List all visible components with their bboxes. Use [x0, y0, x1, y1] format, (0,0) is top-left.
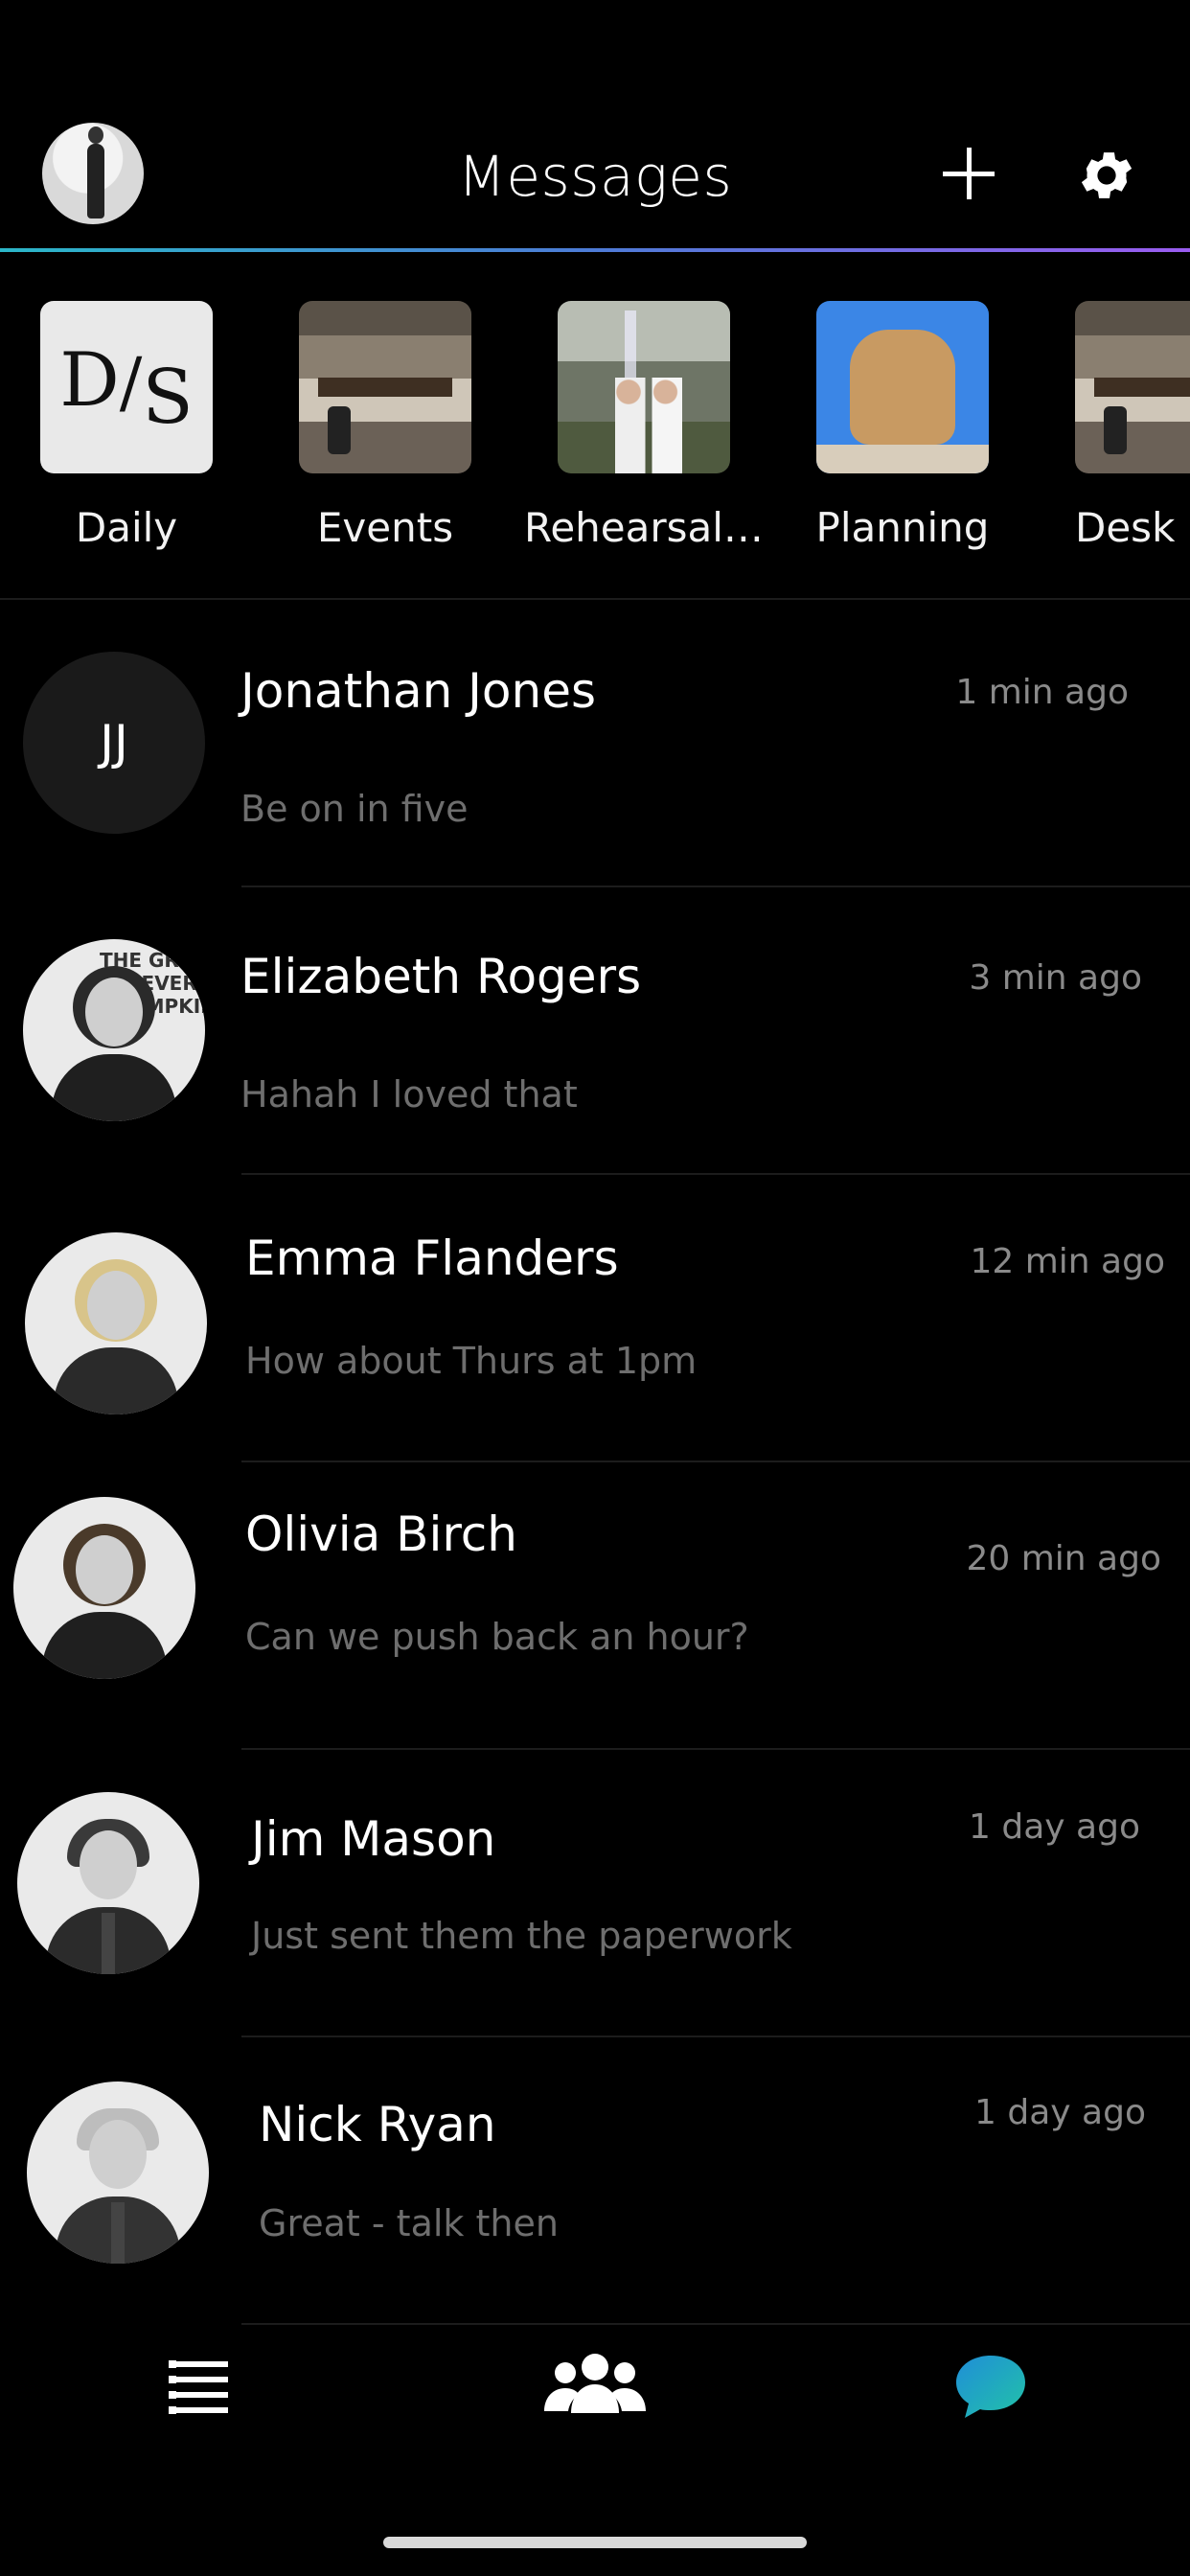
message-preview: Just sent them the paperwork	[251, 1915, 792, 1957]
avatar: JJ	[23, 652, 205, 834]
avatar	[17, 1792, 199, 1974]
story-label: Desk	[1075, 504, 1176, 551]
avatar	[25, 1232, 207, 1414]
stories-strip: D/S Daily Events Rehearsal… Planning Des…	[0, 253, 1190, 598]
header-accent-line	[0, 248, 1190, 252]
story-events[interactable]: Events	[299, 301, 471, 551]
add-icon[interactable]	[939, 144, 998, 203]
message-time: 3 min ago	[969, 958, 1142, 998]
story-thumbnail: D/S	[40, 301, 213, 473]
message-preview: How about Thurs at 1pm	[245, 1340, 698, 1382]
contact-name: Emma Flanders	[245, 1230, 619, 1286]
story-label: Planning	[815, 504, 990, 551]
list-item[interactable]: Jim Mason 1 day ago Just sent them the p…	[0, 1750, 1190, 2037]
page-title: Messages	[457, 144, 733, 209]
home-indicator	[383, 2537, 807, 2548]
gear-icon[interactable]	[1075, 144, 1138, 207]
story-desk[interactable]: Desk	[1075, 301, 1190, 551]
message-preview: Can we push back an hour?	[245, 1616, 749, 1658]
contact-name: Nick Ryan	[259, 2097, 496, 2152]
avatar: THE GREIVE EVER#PUMPKINS	[23, 939, 205, 1121]
story-thumbnail	[816, 301, 989, 473]
message-preview: Great - talk then	[259, 2202, 559, 2244]
story-thumbnail	[299, 301, 471, 473]
message-time: 1 day ago	[969, 1807, 1140, 1847]
story-thumbnail	[558, 301, 730, 473]
avatar	[27, 2082, 209, 2264]
people-icon[interactable]	[542, 2350, 648, 2417]
story-planning[interactable]: Planning	[816, 301, 989, 551]
list-item[interactable]: JJ Jonathan Jones 1 min ago Be on in fiv…	[0, 600, 1190, 887]
contact-name: Jonathan Jones	[240, 663, 597, 719]
message-preview: Hahah I loved that	[240, 1073, 578, 1116]
message-time: 1 min ago	[955, 673, 1129, 712]
row-divider	[241, 2323, 1190, 2325]
list-item[interactable]: Nick Ryan 1 day ago Great - talk then	[0, 2037, 1190, 2325]
message-time: 1 day ago	[974, 2093, 1146, 2132]
story-label: Rehearsal…	[524, 504, 764, 551]
message-time: 12 min ago	[970, 1242, 1165, 1281]
chat-bubble-icon[interactable]	[954, 2354, 1027, 2421]
story-label: Events	[316, 504, 454, 551]
story-rehearsal[interactable]: Rehearsal…	[524, 301, 764, 551]
avatar	[13, 1497, 195, 1679]
story-daily[interactable]: D/S Daily	[40, 301, 213, 551]
list-icon[interactable]	[169, 2359, 228, 2415]
story-label: Daily	[75, 504, 178, 551]
message-time: 20 min ago	[966, 1539, 1161, 1578]
contact-name: Olivia Birch	[245, 1506, 517, 1562]
contact-name: Elizabeth Rogers	[240, 949, 642, 1004]
contact-name: Jim Mason	[251, 1811, 496, 1867]
header: Messages	[0, 0, 1190, 253]
list-item[interactable]: Olivia Birch 20 min ago Can we push back…	[0, 1462, 1190, 1750]
list-item[interactable]: Emma Flanders 12 min ago How about Thurs…	[0, 1175, 1190, 1462]
ds-logo: D/S	[59, 337, 194, 441]
story-thumbnail	[1075, 301, 1190, 473]
list-item[interactable]: THE GREIVE EVER#PUMPKINS Elizabeth Roger…	[0, 887, 1190, 1175]
message-preview: Be on in five	[240, 788, 469, 830]
